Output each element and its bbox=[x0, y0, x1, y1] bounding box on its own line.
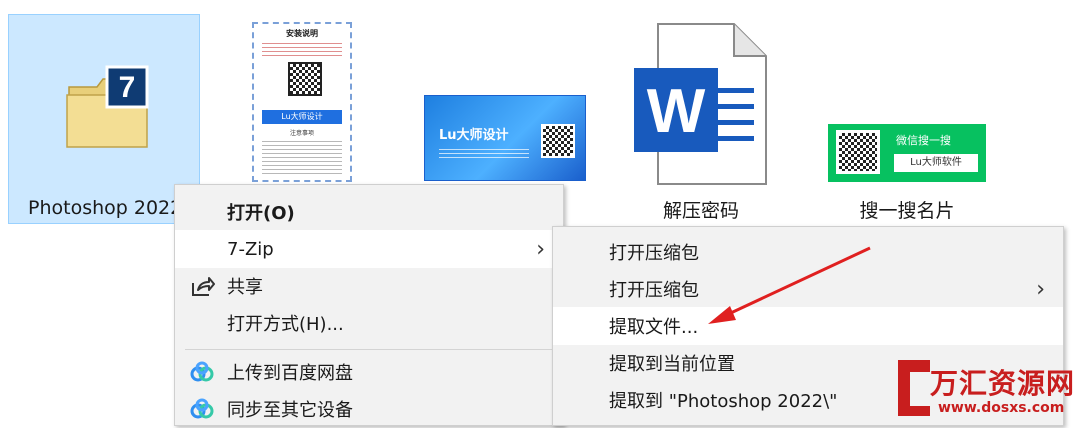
menu-item-label: 上传到百度网盘 bbox=[227, 363, 353, 384]
poster-title: 安装说明 bbox=[286, 29, 318, 38]
chevron-right-icon: › bbox=[536, 236, 545, 262]
poster-footer: 注意事项 bbox=[289, 130, 314, 137]
menu-item-sync-devices[interactable]: 同步至其它设备 bbox=[175, 390, 563, 428]
menu-item-label: 提取文件... bbox=[609, 317, 699, 338]
poster-qr-icon bbox=[288, 62, 322, 96]
wechat-qr-icon bbox=[836, 130, 880, 174]
poster-text-lines bbox=[262, 40, 342, 58]
menu-item-label: 打开压缩包 bbox=[609, 280, 699, 301]
menu-item-open[interactable]: 打开(O) bbox=[175, 193, 563, 231]
menu-separator bbox=[185, 349, 553, 350]
submenu-item-open-archive-more[interactable]: 打开压缩包 › bbox=[553, 270, 1063, 308]
word-document-icon: W bbox=[634, 23, 767, 185]
share-icon bbox=[192, 277, 215, 296]
menu-item-share[interactable]: 共享 bbox=[175, 267, 563, 305]
menu-item-open-with[interactable]: 打开方式(H)... bbox=[175, 304, 563, 342]
file-photoshop-2022[interactable]: 7 Photoshop 2022 bbox=[8, 14, 200, 224]
menu-item-upload-baidu[interactable]: 上传到百度网盘 bbox=[175, 353, 563, 391]
file-install-guide[interactable]: 安装说明 Lu大师设计 注意事项 bbox=[252, 22, 352, 182]
baidu-netdisk-icon bbox=[190, 398, 214, 419]
card-qr-icon bbox=[541, 124, 575, 158]
submenu-item-open-archive[interactable]: 打开压缩包 bbox=[553, 233, 1063, 271]
menu-item-7zip[interactable]: 7-Zip › bbox=[175, 230, 563, 268]
wechat-line1: 微信搜一搜 bbox=[896, 134, 951, 147]
watermark: 万汇资源网 www.dosxs.com bbox=[894, 348, 1080, 423]
menu-item-label: 提取到 "Photoshop 2022\" bbox=[609, 391, 838, 412]
menu-item-label: 同步至其它设备 bbox=[227, 400, 353, 421]
card-text-lines bbox=[439, 146, 529, 158]
watermark-logo-icon bbox=[898, 360, 930, 416]
folder-7zip-icon: 7 bbox=[66, 65, 149, 148]
baidu-netdisk-icon bbox=[190, 361, 214, 382]
chevron-right-icon: › bbox=[1036, 276, 1045, 302]
file-label: 解压密码 bbox=[662, 200, 739, 222]
file-password-doc[interactable]: W 解压密码 bbox=[626, 22, 786, 222]
svg-text:W: W bbox=[647, 77, 706, 146]
menu-item-label: 打开压缩包 bbox=[609, 243, 699, 264]
watermark-name: 万汇资源网 bbox=[930, 367, 1076, 400]
menu-item-label: 共享 bbox=[227, 277, 263, 298]
context-menu: 打开(O) 7-Zip › 共享 打开方式(H)... 上传到百度网盘 同步至其… bbox=[174, 184, 564, 426]
file-label: 搜一搜名片 bbox=[859, 200, 955, 222]
svg-text:7: 7 bbox=[119, 71, 136, 104]
menu-item-label: 7-Zip bbox=[227, 238, 274, 260]
submenu-item-extract-files[interactable]: 提取文件... bbox=[553, 307, 1063, 345]
file-business-card[interactable]: Lu大师设计 bbox=[424, 95, 586, 181]
wechat-line2: Lu大师软件 bbox=[894, 154, 978, 172]
card-brand: Lu大师设计 bbox=[439, 128, 509, 143]
poster-brand: Lu大师设计 bbox=[262, 110, 342, 124]
menu-item-label: 打开方式(H)... bbox=[227, 314, 344, 335]
poster-body-lines bbox=[262, 138, 342, 176]
menu-item-label: 打开(O) bbox=[227, 203, 295, 224]
file-wechat-card[interactable]: 微信搜一搜 Lu大师软件 bbox=[828, 124, 986, 182]
menu-item-label: 提取到当前位置 bbox=[609, 354, 735, 375]
watermark-url: www.dosxs.com bbox=[938, 400, 1065, 416]
